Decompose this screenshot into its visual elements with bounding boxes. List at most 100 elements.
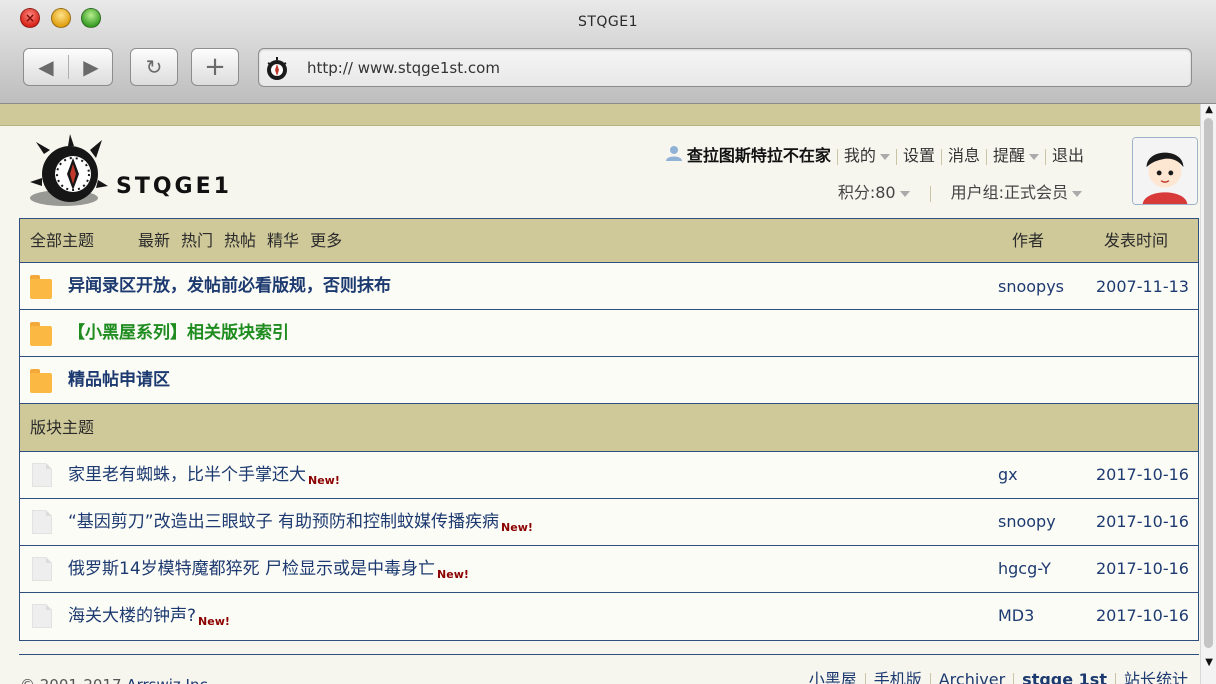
menu-logout[interactable]: 退出 [1046,142,1090,166]
document-icon [32,510,52,534]
web-page: STQGE1 查拉图斯特拉不在家 我的 设置 消息 提醒 退出 积分:80 用户组:正式会… [0,104,1200,684]
thread-list: 全部主题 最新 热门 热帖 精华 更多 作者 发表时间 异闻录区开放，发帖前必看版规，否… [19,218,1199,641]
site-logo-icon[interactable] [24,132,114,212]
copyright-text: © 2001-2017 [20,676,122,684]
points-dropdown[interactable]: 积分:80 [830,179,918,203]
footer-link-archiver[interactable]: Archiver [931,670,1013,684]
chevron-down-icon [1072,190,1082,197]
username-link[interactable]: 查拉图斯特拉不在家 [665,142,837,166]
site-favicon-icon [267,57,287,80]
thread-list-header: 全部主题 最新 热门 热帖 精华 更多 作者 发表时间 [20,219,1198,263]
tab-hot[interactable]: 热门 [181,231,213,250]
footer-link-mobile[interactable]: 手机版 [866,670,930,684]
menu-reminders-label: 提醒 [992,146,1025,165]
thread-title[interactable]: “基因剪刀”改造出三眼蚊子 有助预防和控制蚊媒传播疾病 New! [68,499,533,547]
thread-title[interactable]: 精品帖申请区 [68,357,170,404]
thread-date: 2017-10-16 [1096,512,1189,531]
scrollbar-thumb[interactable] [1204,118,1213,648]
thread-title[interactable]: 海关大楼的钟声? New! [68,593,230,641]
back-arrow-icon[interactable]: ◀ [24,49,68,85]
footer-link-home[interactable]: stqge 1st [1014,670,1115,684]
scroll-up-arrow-icon[interactable]: ▲ [1205,104,1213,115]
thread-row[interactable]: 俄罗斯14岁模特魔都猝死 尸检显示或是中毒身亡 New! hgcg-Y 2017-… [20,546,1198,593]
avatar-image [1133,138,1197,204]
thread-date: 2017-10-16 [1096,559,1189,578]
new-badge: New! [501,521,533,534]
reload-icon: ↻ [145,55,163,79]
scroll-down-arrow-icon[interactable]: ▼ [1205,657,1213,668]
menu-reminders[interactable]: 提醒 [987,142,1045,166]
thread-author[interactable]: gx [998,451,1018,498]
menu-my-label: 我的 [843,146,876,165]
user-group-label: 用户组:正式会员 [950,183,1068,202]
chevron-down-icon [899,190,910,197]
menu-settings[interactable]: 设置 [897,142,941,166]
thread-title-text: “基因剪刀”改造出三眼蚊子 有助预防和控制蚊媒传播疾病 [68,512,500,532]
footer-link-stats[interactable]: 站长统计 [1116,670,1196,684]
thread-row[interactable]: “基因剪刀”改造出三眼蚊子 有助预防和控制蚊媒传播疾病 New! snoopy 2… [20,499,1198,546]
sticky-thread-row[interactable]: 异闻录区开放，发帖前必看版规，否则抹布 snoopys 2007-11-13 [20,263,1198,310]
address-bar[interactable]: http:// www.stqge1st.com [258,48,1192,87]
menu-my[interactable]: 我的 [838,142,896,166]
footer-link-blackroom[interactable]: 小黑屋 [801,670,865,684]
new-badge: New! [437,568,469,581]
section-header: 版块主题 [20,404,1198,452]
new-tab-button[interactable]: + [191,48,239,86]
reload-button[interactable]: ↻ [130,48,178,86]
copyright: © 2001-2017 Arrswiz Inc. [20,676,212,684]
thread-title[interactable]: 家里老有蜘蛛，比半个手掌还大 New! [68,452,340,500]
thread-row[interactable]: 海关大楼的钟声? New! MD3 2017-10-16 [20,593,1198,640]
user-stats-bar: 积分:80 用户组:正式会员 [830,179,1090,203]
sticky-thread-row[interactable]: 精品帖申请区 [20,357,1198,404]
company-link[interactable]: Arrswiz Inc. [126,676,212,684]
menu-messages[interactable]: 消息 [942,142,986,166]
footer-divider [19,654,1199,655]
thread-author[interactable]: MD3 [998,592,1034,639]
column-header-author: 作者 [1012,231,1045,250]
user-group-dropdown[interactable]: 用户组:正式会员 [943,179,1090,203]
folder-icon [30,369,52,393]
folder-icon [30,275,52,299]
thread-author[interactable]: snoopy [998,498,1056,545]
thread-author[interactable]: hgcg-Y [998,545,1051,592]
section-title: 版块主题 [30,418,95,437]
avatar[interactable] [1132,137,1198,205]
user-icon [665,146,682,161]
new-badge: New! [308,474,340,487]
thread-title-text: 海关大楼的钟声? [68,606,197,626]
tab-hot-posts[interactable]: 热帖 [224,231,256,250]
document-icon [32,557,52,581]
back-forward-control: ◀ ▶ [23,48,113,86]
thread-author[interactable]: snoopys [998,263,1064,310]
tab-featured[interactable]: 精华 [267,231,299,250]
filter-tabs: 最新 热门 热帖 精华 更多 [138,219,353,263]
browser-toolbar: × STQGE1 ◀ ▶ ↻ + http:// www.stqge1st.co… [0,0,1216,104]
document-icon [32,463,52,487]
thread-title-text: 俄罗斯14岁模特魔都猝死 尸检显示或是中毒身亡 [68,559,436,579]
thread-title[interactable]: 俄罗斯14岁模特魔都猝死 尸检显示或是中毒身亡 New! [68,546,469,594]
tab-latest[interactable]: 最新 [138,231,170,250]
chevron-down-icon [1028,153,1039,160]
thread-title[interactable]: 异闻录区开放，发帖前必看版规，否则抹布 [68,263,391,310]
thread-row[interactable]: 家里老有蜘蛛，比半个手掌还大 New! gx 2017-10-16 [20,452,1198,499]
thread-date: 2017-10-16 [1096,465,1189,484]
user-menu-bar: 查拉图斯特拉不在家 我的 设置 消息 提醒 退出 [665,142,1090,166]
tab-all-threads[interactable]: 全部主题 [30,219,94,263]
document-icon [32,604,52,628]
folder-icon [30,322,52,346]
column-header-post-time: 发表时间 [1104,231,1169,250]
sticky-thread-row[interactable]: 【小黑屋系列】相关版块索引 [20,310,1198,357]
plus-icon: + [204,52,226,82]
chevron-down-icon [879,153,890,160]
thread-title[interactable]: 【小黑屋系列】相关版块索引 [68,310,289,357]
tab-more[interactable]: 更多 [310,231,342,250]
thread-title-text: 家里老有蜘蛛，比半个手掌还大 [68,465,306,485]
window-title: STQGE1 [577,14,639,30]
top-accent-strip [0,104,1200,126]
username-text: 查拉图斯特拉不在家 [686,146,831,165]
separator [929,185,931,202]
thread-date: 2007-11-13 [1096,277,1189,296]
forward-arrow-icon[interactable]: ▶ [69,49,113,85]
site-logo-text: STQGE1 [116,174,232,199]
new-badge: New! [198,615,230,628]
